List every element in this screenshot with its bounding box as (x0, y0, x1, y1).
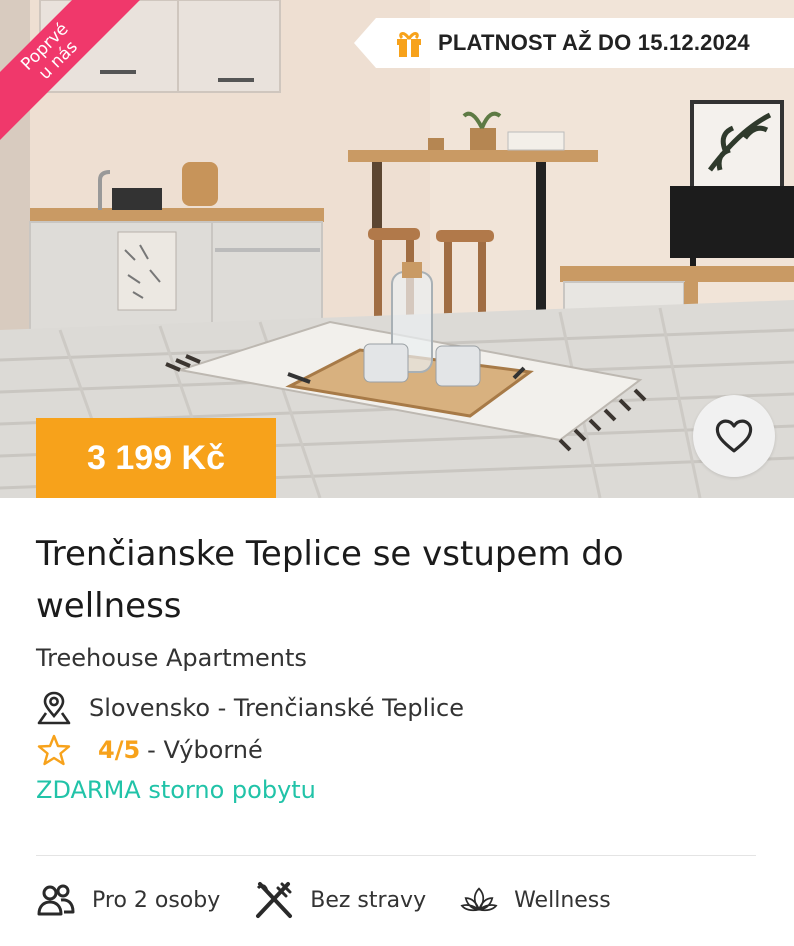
star-icon (37, 734, 71, 766)
divider (36, 855, 756, 856)
free-cancellation: ZDARMA storno pobytu (36, 776, 316, 804)
feature-guests: Pro 2 osoby (36, 880, 220, 920)
validity-text: PLATNOST AŽ DO 15.12.2024 (438, 30, 750, 55)
wellness-label: Wellness (514, 887, 611, 913)
location-pin-icon (37, 691, 71, 725)
gift-icon (397, 32, 421, 57)
features-row: Pro 2 osoby Bez stravy Wellness (36, 876, 645, 924)
lotus-icon (460, 887, 498, 912)
offer-card[interactable]: Poprvé u nás PLATNOST AŽ DO 15.12.2024 3… (0, 0, 794, 946)
location-text: Slovensko - Trenčianské Teplice (89, 694, 464, 722)
feature-wellness: Wellness (460, 881, 611, 919)
hotel-name: Treehouse Apartments (36, 644, 307, 672)
offer-photo[interactable]: Poprvé u nás PLATNOST AŽ DO 15.12.2024 3… (0, 0, 794, 498)
offer-title[interactable]: Trenčianske Teplice se vstupem do wellne… (36, 528, 758, 632)
guests-label: Pro 2 osoby (92, 887, 221, 913)
price-badge: 3 199 Kč (36, 418, 276, 498)
rating-label: - Výborné (147, 736, 263, 764)
rating-score: 4/5 (98, 736, 141, 764)
board-label: Bez stravy (310, 887, 427, 913)
validity-badge: PLATNOST AŽ DO 15.12.2024 (354, 18, 794, 68)
feature-board: Bez stravy (254, 880, 426, 920)
cutlery-icon (256, 882, 293, 918)
location-row: Slovensko - Trenčianské Teplice (36, 688, 464, 728)
favorite-button[interactable] (693, 395, 775, 477)
rating-row: 4/5 - Výborné (36, 731, 263, 769)
people-icon (37, 884, 75, 916)
heart-icon (715, 419, 753, 453)
